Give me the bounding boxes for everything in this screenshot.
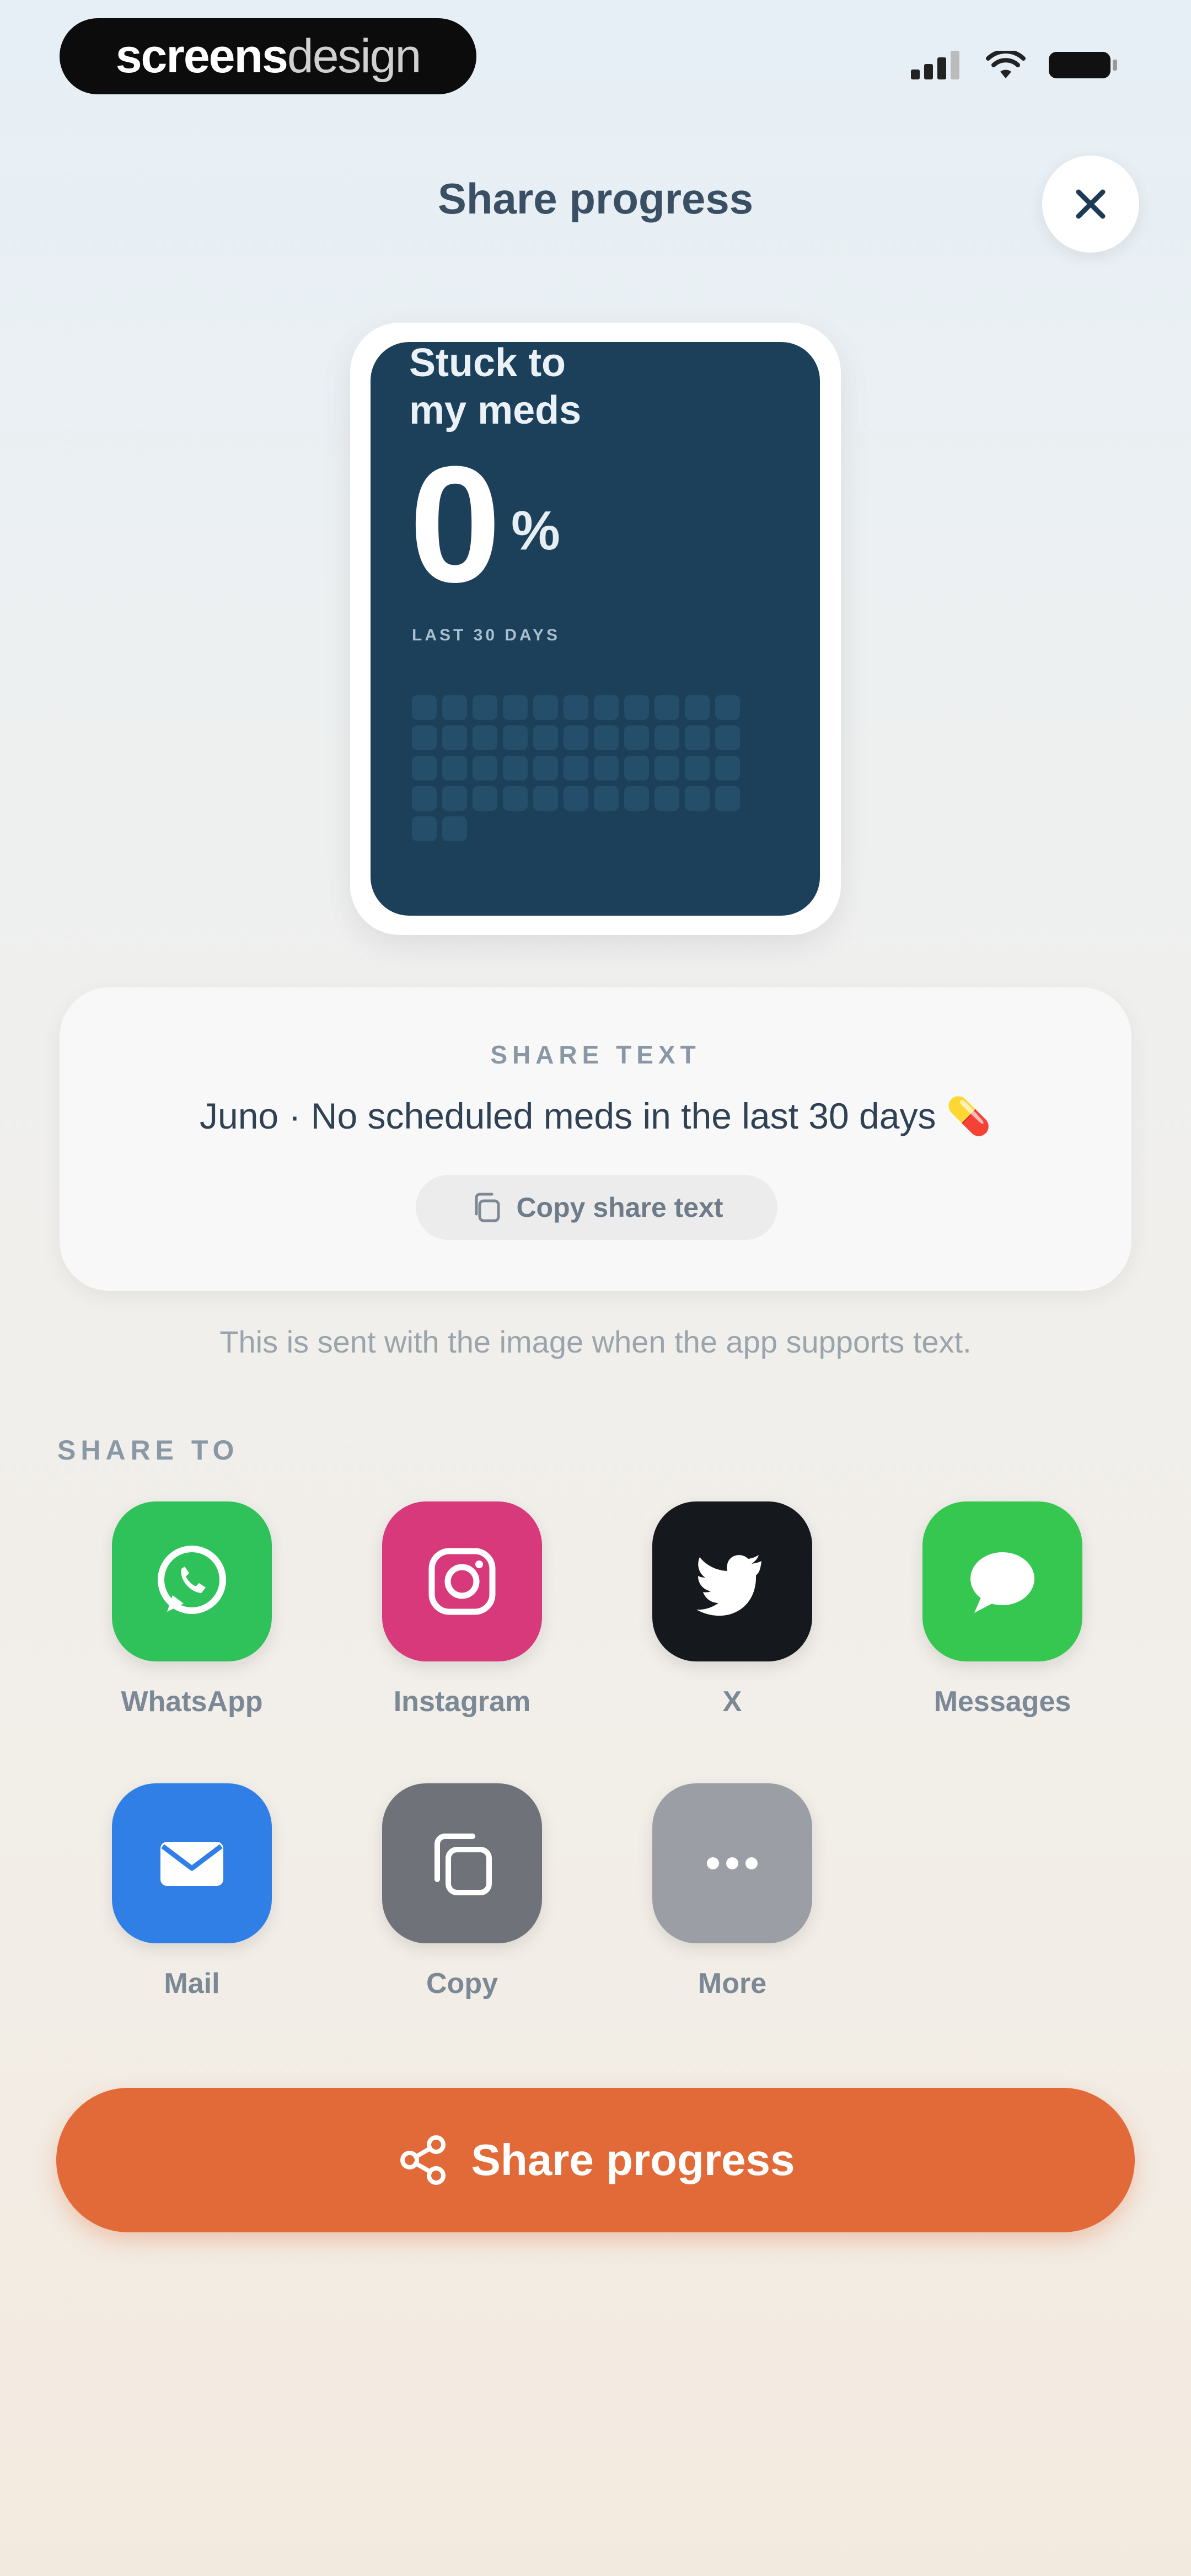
- share-text-panel: SHARE TEXT Juno · No scheduled meds in t…: [60, 987, 1131, 1291]
- grid-day-cell: [624, 725, 649, 750]
- grid-day-cell: [594, 695, 619, 720]
- grid-day-cell: [564, 756, 588, 781]
- app-label-x: X: [722, 1686, 742, 1718]
- instagram-icon: [428, 1548, 496, 1615]
- grid-day-cell: [473, 695, 497, 720]
- grid-day-cell: [412, 695, 437, 720]
- grid-day-cell: [442, 695, 467, 720]
- grid-day-cell: [715, 786, 740, 811]
- grid-row: [412, 756, 765, 781]
- close-button[interactable]: [1042, 156, 1139, 253]
- app-label-messages: Messages: [934, 1686, 1071, 1718]
- app-label-instagram: Instagram: [393, 1686, 531, 1718]
- grid-day-cell: [594, 725, 619, 750]
- brand-text-light: design: [287, 29, 421, 83]
- mail-icon: [160, 1842, 223, 1886]
- brand-text-bold: screens: [115, 29, 288, 83]
- grid-day-cell: [473, 786, 497, 811]
- grid-day-cell: [503, 725, 528, 750]
- card-percent-sign: %: [511, 500, 560, 562]
- brand-logo: screens design: [60, 18, 476, 94]
- x-twitter-icon: [696, 1555, 761, 1616]
- grid-day-cell: [473, 756, 497, 781]
- grid-day-cell: [412, 725, 437, 750]
- share-text-hint: This is sent with the image when the app…: [219, 1324, 972, 1359]
- copy-share-text-button[interactable]: Copy share text: [416, 1175, 777, 1240]
- grid-day-cell: [624, 756, 649, 781]
- grid-day-cell: [442, 756, 467, 781]
- grid-day-cell: [503, 786, 528, 811]
- grid-day-cell: [685, 695, 710, 720]
- close-icon: [1076, 189, 1106, 219]
- grid-day-cell: [533, 695, 558, 720]
- share-progress-button[interactable]: Share progress: [56, 2088, 1135, 2232]
- whatsapp-icon: [158, 1546, 226, 1614]
- card-period-label: LAST 30 DAYS: [412, 626, 560, 644]
- wifi-icon: [986, 51, 1026, 78]
- share-copy-button[interactable]: [382, 1783, 542, 1943]
- grid-day-cell: [564, 786, 588, 811]
- app-label-copy: Copy: [426, 1968, 498, 2000]
- messages-icon: [970, 1552, 1034, 1613]
- grid-day-cell: [715, 756, 740, 781]
- app-label-more: More: [698, 1968, 767, 2000]
- share-icon: [400, 2135, 446, 2185]
- grid-day-cell: [594, 756, 619, 781]
- progress-preview-card: Stuck to my meds 0 % LAST 30 DAYS: [371, 342, 820, 916]
- share-progress-label: Share progress: [471, 2135, 795, 2184]
- grid-day-cell: [715, 695, 740, 720]
- grid-day-cell: [533, 756, 558, 781]
- grid-day-cell: [412, 816, 437, 841]
- share-text-label: SHARE TEXT: [490, 1040, 701, 1069]
- grid-day-cell: [654, 695, 679, 720]
- grid-day-cell: [412, 756, 437, 781]
- copy-share-text-label: Copy share text: [516, 1192, 723, 1223]
- share-x-button[interactable]: [652, 1501, 812, 1661]
- grid-day-cell: [624, 786, 649, 811]
- grid-day-cell: [473, 725, 497, 750]
- share-to-label: SHARE TO: [57, 1435, 239, 1466]
- grid-day-cell: [715, 725, 740, 750]
- grid-day-cell: [564, 725, 588, 750]
- page-title: Share progress: [437, 174, 754, 223]
- grid-day-cell: [503, 756, 528, 781]
- grid-day-cell: [685, 786, 710, 811]
- grid-day-cell: [564, 695, 588, 720]
- share-more-button[interactable]: [652, 1783, 812, 1943]
- grid-day-cell: [685, 756, 710, 781]
- grid-day-cell: [442, 725, 467, 750]
- grid-day-cell: [442, 786, 467, 811]
- grid-day-cell: [594, 786, 619, 811]
- grid-row: [412, 816, 765, 841]
- share-text-message: Juno · No scheduled meds in the last 30 …: [200, 1095, 991, 1136]
- grid-day-cell: [624, 695, 649, 720]
- app-label-whatsapp: WhatsApp: [121, 1686, 263, 1718]
- more-icon: [707, 1857, 758, 1869]
- grid-row: [412, 695, 765, 720]
- status-icons: [911, 50, 1119, 81]
- grid-day-cell: [533, 786, 558, 811]
- app-label-mail: Mail: [164, 1968, 220, 2000]
- copy-icon: [475, 1193, 500, 1222]
- battery-icon: [1049, 52, 1117, 78]
- copy-icon: [434, 1834, 492, 1895]
- grid-day-cell: [533, 725, 558, 750]
- grid-day-cell: [442, 816, 467, 841]
- card-percent-value: 0: [409, 431, 501, 617]
- share-whatsapp-button[interactable]: [112, 1501, 272, 1661]
- grid-day-cell: [503, 695, 528, 720]
- grid-day-cell: [412, 786, 437, 811]
- signal-icon: [911, 51, 959, 79]
- share-instagram-button[interactable]: [382, 1501, 542, 1661]
- grid-day-cell: [654, 786, 679, 811]
- card-heading: Stuck to my meds: [409, 342, 582, 432]
- share-mail-button[interactable]: [112, 1783, 272, 1943]
- share-messages-button[interactable]: [922, 1501, 1082, 1661]
- grid-row: [412, 725, 765, 750]
- grid-row: [412, 786, 765, 811]
- grid-day-cell: [654, 725, 679, 750]
- grid-day-cell: [654, 756, 679, 781]
- adherence-grid: [412, 695, 765, 847]
- grid-day-cell: [685, 725, 710, 750]
